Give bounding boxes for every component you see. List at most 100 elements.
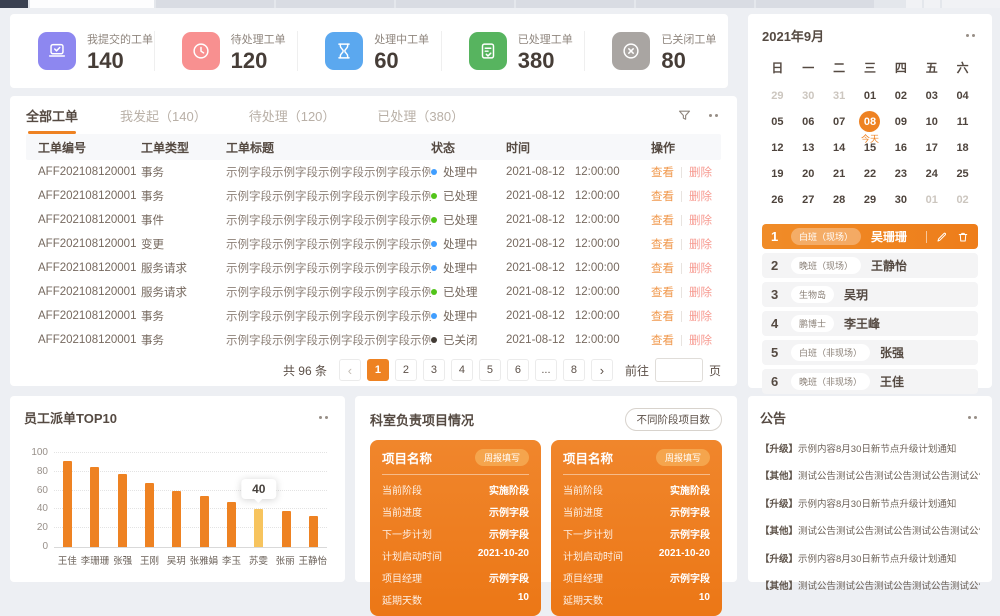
calendar-day[interactable]: 09 — [885, 111, 916, 132]
browser-tab-active[interactable] — [30, 0, 154, 8]
page-button[interactable]: 2 — [395, 359, 417, 381]
calendar-day[interactable]: 11 — [947, 111, 978, 132]
delete-link[interactable]: 删除 — [689, 188, 712, 204]
calendar-day[interactable]: 29 — [762, 85, 793, 106]
view-link[interactable]: 查看 — [651, 332, 674, 348]
calendar-day[interactable]: 02 — [947, 189, 978, 210]
calendar-day[interactable]: 20 — [793, 163, 824, 184]
calendar-day[interactable]: 01 — [916, 189, 947, 210]
view-link[interactable]: 查看 — [651, 188, 674, 204]
delete-link[interactable]: 删除 — [689, 332, 712, 348]
calendar-day[interactable]: 25 — [947, 163, 978, 184]
chart-bar[interactable] — [145, 483, 154, 547]
calendar-day[interactable]: 30 — [885, 189, 916, 210]
shift-row[interactable]: 2晚班（现场）王静怡 — [762, 253, 978, 278]
page-button[interactable]: 8 — [563, 359, 585, 381]
delete-link[interactable]: 删除 — [689, 260, 712, 276]
calendar-day[interactable]: 08今天 — [855, 111, 886, 132]
calendar-day[interactable]: 03 — [916, 85, 947, 106]
view-link[interactable]: 查看 — [651, 164, 674, 180]
more-pages-button[interactable]: ... — [535, 359, 557, 381]
shift-row[interactable]: 3生物岛吴玥 — [762, 282, 978, 307]
shift-row[interactable]: 4鹏博士李王峰 — [762, 311, 978, 336]
delete-icon[interactable] — [957, 231, 969, 243]
shift-row[interactable]: 6晚班（非现场）王佳 — [762, 369, 978, 394]
tab-my-submitted[interactable]: 我发起（140） — [120, 96, 207, 134]
goto-page-input[interactable] — [655, 358, 703, 382]
chart-bar[interactable] — [309, 516, 318, 547]
browser-tab[interactable] — [516, 0, 634, 8]
page-button[interactable]: 4 — [451, 359, 473, 381]
window-control[interactable] — [942, 0, 1000, 8]
browser-tab[interactable] — [396, 0, 514, 8]
window-control[interactable] — [924, 0, 940, 8]
browser-tab[interactable] — [0, 0, 28, 8]
chart-bar[interactable] — [282, 511, 291, 547]
calendar-day[interactable]: 15 — [855, 137, 886, 158]
tab-all-orders[interactable]: 全部工单 — [26, 96, 78, 134]
calendar-day[interactable]: 14 — [824, 137, 855, 158]
delete-link[interactable]: 删除 — [689, 308, 712, 324]
notice-item[interactable]: 【其他】测试公告测试公告测试公告测试公告测试公告 — [760, 468, 980, 482]
view-link[interactable]: 查看 — [651, 260, 674, 276]
calendar-day[interactable]: 22 — [855, 163, 886, 184]
calendar-day[interactable]: 30 — [793, 85, 824, 106]
notice-item[interactable]: 【升级】示例内容8月30日新节点升级计划通知 — [760, 441, 980, 455]
page-button[interactable]: 6 — [507, 359, 529, 381]
page-button[interactable]: 3 — [423, 359, 445, 381]
calendar-day[interactable]: 10 — [916, 111, 947, 132]
browser-tab[interactable] — [156, 0, 274, 8]
calendar-day[interactable]: 07 — [824, 111, 855, 132]
calendar-day[interactable]: 02 — [885, 85, 916, 106]
browser-tab[interactable] — [276, 0, 394, 8]
page-button[interactable]: 5 — [479, 359, 501, 381]
chart-bar[interactable] — [200, 496, 209, 547]
calendar-day[interactable]: 23 — [885, 163, 916, 184]
more-icon[interactable] — [706, 111, 721, 120]
weekly-report-badge[interactable]: 周报填写 — [656, 449, 710, 466]
chart-bar[interactable] — [63, 461, 72, 547]
calendar-day[interactable]: 24 — [916, 163, 947, 184]
calendar-day[interactable]: 16 — [885, 137, 916, 158]
stage-count-button[interactable]: 不同阶段项目数 — [625, 408, 723, 431]
calendar-day[interactable]: 04 — [947, 85, 978, 106]
shift-row[interactable]: 5白班（非现场）张强 — [762, 340, 978, 365]
delete-link[interactable]: 删除 — [689, 236, 712, 252]
notice-item[interactable]: 【其他】测试公告测试公告测试公告测试公告测试公告 — [760, 523, 980, 537]
chart-bar[interactable] — [254, 509, 263, 547]
delete-link[interactable]: 删除 — [689, 212, 712, 228]
chart-bar[interactable] — [90, 467, 99, 547]
calendar-day[interactable]: 05 — [762, 111, 793, 132]
notice-item[interactable]: 【升级】示例内容8月30日新节点升级计划通知 — [760, 496, 980, 510]
view-link[interactable]: 查看 — [651, 212, 674, 228]
prev-page-button[interactable]: ‹ — [339, 359, 361, 381]
more-icon[interactable] — [963, 31, 978, 40]
calendar-day[interactable]: 18 — [947, 137, 978, 158]
tab-processed[interactable]: 已处理（380） — [377, 96, 464, 134]
calendar-day[interactable]: 12 — [762, 137, 793, 158]
shift-row[interactable]: 1白班（现场）吴珊珊 — [762, 224, 978, 249]
view-link[interactable]: 查看 — [651, 236, 674, 252]
calendar-day[interactable]: 13 — [793, 137, 824, 158]
calendar-day[interactable]: 26 — [762, 189, 793, 210]
weekly-report-badge[interactable]: 周报填写 — [475, 449, 529, 466]
browser-tab[interactable] — [636, 0, 754, 8]
tab-pending[interactable]: 待处理（120） — [249, 96, 336, 134]
calendar-day[interactable]: 19 — [762, 163, 793, 184]
filter-icon[interactable] — [677, 108, 692, 123]
calendar-day[interactable]: 27 — [793, 189, 824, 210]
chart-bar[interactable] — [172, 491, 181, 547]
more-icon[interactable] — [316, 413, 331, 422]
more-icon[interactable] — [965, 413, 980, 422]
calendar-day[interactable]: 21 — [824, 163, 855, 184]
calendar-day[interactable]: 29 — [855, 189, 886, 210]
calendar-day[interactable]: 01 — [855, 85, 886, 106]
notice-item[interactable]: 【其他】测试公告测试公告测试公告测试公告测试公告 — [760, 578, 980, 592]
window-control[interactable] — [906, 0, 922, 8]
calendar-day[interactable]: 28 — [824, 189, 855, 210]
edit-icon[interactable] — [936, 231, 948, 243]
delete-link[interactable]: 删除 — [689, 164, 712, 180]
delete-link[interactable]: 删除 — [689, 284, 712, 300]
calendar-day[interactable]: 17 — [916, 137, 947, 158]
next-page-button[interactable]: › — [591, 359, 613, 381]
